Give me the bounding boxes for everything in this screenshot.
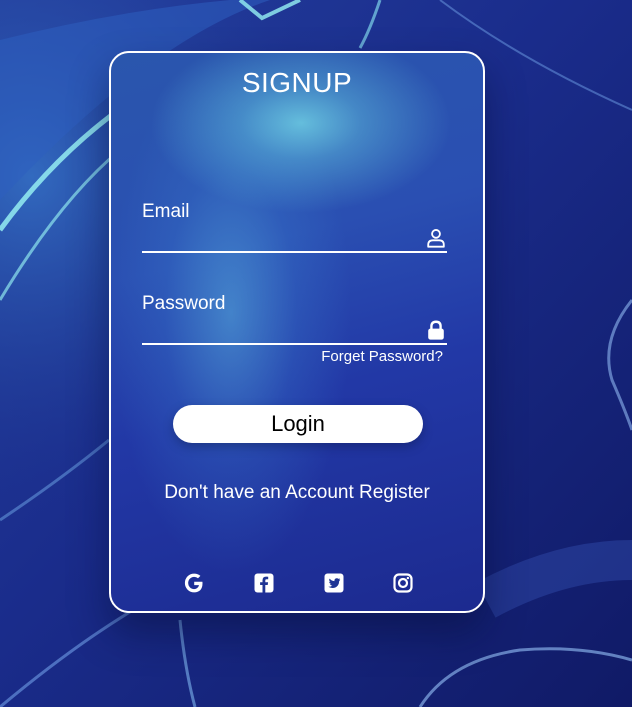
social-icons <box>111 571 483 599</box>
login-button[interactable]: Login <box>173 405 423 443</box>
email-input[interactable] <box>142 227 412 249</box>
email-field-group: Email <box>142 201 447 253</box>
password-label: Password <box>142 293 226 314</box>
forget-password-link[interactable]: Forget Password? <box>321 348 443 365</box>
facebook-icon[interactable] <box>252 571 276 595</box>
person-icon <box>427 229 445 248</box>
lock-icon <box>428 320 444 340</box>
email-label: Email <box>142 201 190 222</box>
register-prompt-text: Don't have an Account <box>164 482 354 503</box>
register-link[interactable]: Register <box>359 482 430 503</box>
google-icon[interactable] <box>182 571 206 595</box>
signup-card: SIGNUP Email Password Forget Password? L… <box>109 51 485 613</box>
twitter-icon[interactable] <box>322 571 346 595</box>
password-input[interactable] <box>142 319 412 341</box>
form-title: SIGNUP <box>241 67 353 98</box>
password-field-group: Password <box>142 293 447 345</box>
register-prompt: Don't have an Account Register <box>111 482 483 504</box>
instagram-icon[interactable] <box>391 571 415 595</box>
